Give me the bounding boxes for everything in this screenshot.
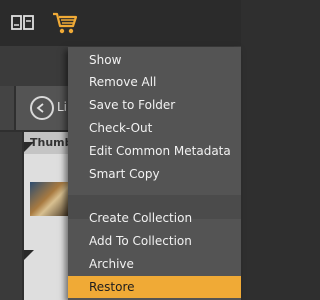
shopping-cart-icon[interactable] bbox=[52, 10, 78, 36]
menu-item-smart-copy[interactable]: Smart Copy bbox=[68, 163, 241, 185]
corner-fold-icon bbox=[24, 250, 34, 260]
menu-item-archive[interactable]: Archive bbox=[68, 253, 241, 275]
menu-item-save-to-folder[interactable]: Save to Folder bbox=[68, 94, 241, 116]
menu-item-add-to-collection[interactable]: Add To Collection bbox=[68, 230, 241, 252]
background-panel-edge bbox=[0, 86, 14, 130]
corner-fold-icon bbox=[24, 142, 34, 152]
menu-item-check-out[interactable]: Check-Out bbox=[68, 117, 241, 139]
background-column bbox=[0, 132, 22, 300]
compare-icon[interactable] bbox=[10, 10, 36, 36]
share-icon[interactable] bbox=[30, 96, 54, 120]
menu-item-restore[interactable]: Restore bbox=[68, 276, 241, 298]
cart-context-menu: Show Remove All Save to Folder Check-Out… bbox=[68, 47, 241, 300]
top-toolbar bbox=[0, 0, 241, 46]
menu-item-edit-common-metadata[interactable]: Edit Common Metadata bbox=[68, 140, 241, 162]
thumbnail-header-label: Thumb bbox=[30, 136, 72, 149]
asset-thumbnail[interactable] bbox=[30, 182, 68, 216]
thumbnail-column bbox=[24, 154, 68, 300]
share-label: Li bbox=[57, 100, 68, 114]
menu-item-show[interactable]: Show bbox=[68, 49, 241, 71]
menu-item-remove-all[interactable]: Remove All bbox=[68, 71, 241, 93]
menu-item-create-collection[interactable]: Create Collection bbox=[68, 207, 241, 229]
